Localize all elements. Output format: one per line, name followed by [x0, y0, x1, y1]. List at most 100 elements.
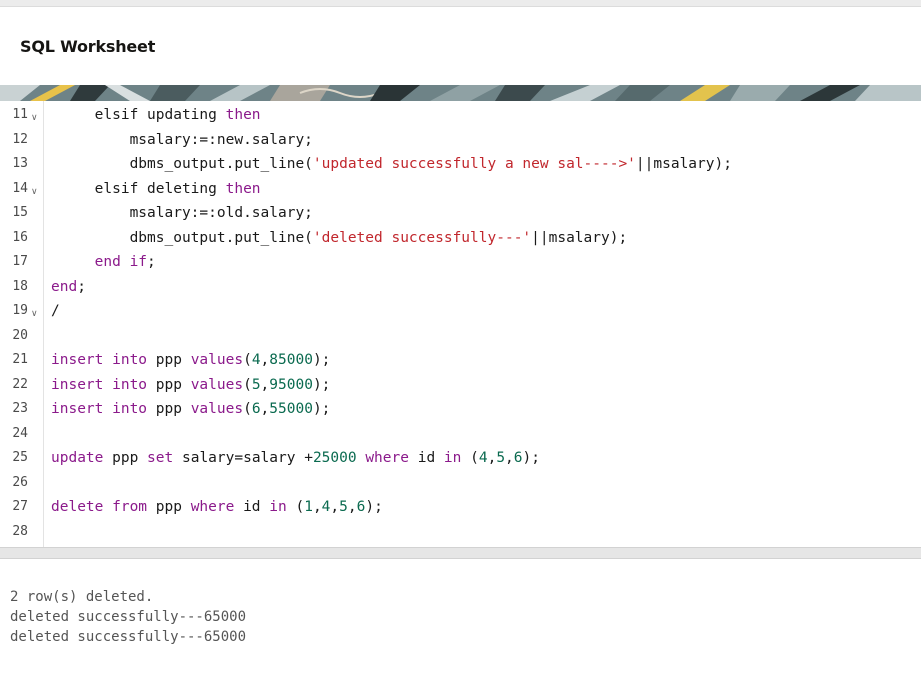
- code-token: ,: [260, 352, 270, 368]
- code-token: ,: [487, 450, 497, 466]
- sql-keyword: update: [51, 450, 104, 466]
- sql-keyword: in: [269, 499, 287, 515]
- code-line[interactable]: 11 ∨ elsif updating then: [0, 103, 921, 128]
- sql-keyword: insert into: [51, 401, 148, 417]
- sql-keyword: end: [51, 278, 78, 295]
- code-text: msalary:=:new.salary;: [51, 128, 313, 153]
- code-token: );: [312, 376, 331, 393]
- code-line[interactable]: 27 delete from ppp where id in (1,4,5,6);: [0, 495, 921, 520]
- code-token: dbms_output.put_line(: [129, 229, 313, 246]
- code-token: ppp: [147, 376, 191, 393]
- code-token: ppp: [147, 352, 191, 368]
- code-line[interactable]: 22 insert into ppp values(5,95000);: [0, 373, 921, 398]
- sql-keyword: set: [147, 450, 174, 466]
- code-token: ppp: [147, 401, 191, 417]
- worksheet-header: SQL Worksheet: [0, 7, 921, 85]
- sql-keyword: where: [365, 450, 409, 466]
- line-number: 22: [12, 376, 28, 392]
- code-line[interactable]: 17 end if;: [0, 250, 921, 275]
- code-line[interactable]: 26: [0, 471, 921, 496]
- sql-keyword: values: [190, 401, 244, 417]
- code-line[interactable]: 16 dbms_output.put_line('deleted success…: [0, 226, 921, 251]
- output-line: deleted successfully---65000: [10, 609, 247, 625]
- number-literal: 55000: [269, 401, 313, 417]
- line-number: 28: [12, 523, 28, 539]
- sql-keyword: in: [443, 450, 462, 466]
- pane-splitter[interactable]: [0, 547, 921, 559]
- page-title: SQL Worksheet: [20, 37, 156, 56]
- code-text: delete from ppp where id in (1,4,5,6);: [51, 495, 383, 520]
- code-token: id: [408, 450, 444, 466]
- line-number: 24: [12, 425, 28, 441]
- code-line[interactable]: 12 msalary:=:new.salary;: [0, 128, 921, 153]
- sql-keyword: insert into: [51, 376, 148, 393]
- line-number: 13: [12, 156, 28, 171]
- code-line[interactable]: 25 update ppp set salary=salary +25000 wh…: [0, 446, 921, 471]
- code-token: (: [243, 376, 252, 393]
- line-number: 27: [12, 499, 28, 514]
- code-token: salary=salary +: [173, 450, 313, 466]
- code-token: ppp: [103, 450, 148, 466]
- code-line[interactable]: 18 end;: [0, 275, 921, 300]
- sql-keyword: end if: [94, 254, 148, 270]
- code-text: dbms_output.put_line('deleted successful…: [51, 226, 628, 251]
- code-text: msalary:=:old.salary;: [51, 201, 313, 226]
- code-token: /: [51, 303, 60, 319]
- line-number: 16: [12, 229, 28, 245]
- sql-keyword: then: [225, 180, 261, 197]
- code-token: ;: [77, 278, 86, 295]
- code-token: );: [522, 450, 540, 466]
- code-token: dbms_output.put_line(: [129, 156, 313, 172]
- code-editor[interactable]: 11 ∨ elsif updating then 12 msalary:=:new.…: [0, 101, 921, 547]
- number-literal: 6: [513, 450, 523, 466]
- line-number: 19: [12, 303, 28, 318]
- sql-keyword: then: [225, 107, 261, 123]
- number-literal: 5: [339, 499, 348, 515]
- line-number: 17: [12, 254, 28, 269]
- line-number: 21: [12, 352, 28, 367]
- number-literal: 25000: [312, 450, 357, 466]
- code-text: end if;: [51, 250, 156, 275]
- code-line[interactable]: 13 dbms_output.put_line('updated success…: [0, 152, 921, 177]
- number-literal: 4: [478, 450, 488, 466]
- code-token: );: [312, 401, 331, 417]
- code-token: ,: [330, 499, 340, 515]
- output-panel: 2 row(s) deleted. deleted successfully--…: [0, 559, 921, 685]
- number-literal: 5: [496, 450, 506, 466]
- code-token: ,: [347, 499, 357, 515]
- code-text: elsif deleting then: [51, 177, 261, 202]
- code-token: ,: [260, 376, 270, 393]
- output-line: 2 row(s) deleted.: [10, 589, 154, 605]
- sql-keyword: delete from: [51, 499, 148, 515]
- code-token: elsif deleting: [94, 180, 226, 197]
- code-line[interactable]: 15 msalary:=:old.salary;: [0, 201, 921, 226]
- line-number: 14: [12, 180, 28, 196]
- code-token: elsif updating: [94, 107, 226, 123]
- code-text: dbms_output.put_line('updated successful…: [51, 152, 732, 177]
- code-token: msalary:=:new.salary;: [129, 131, 313, 148]
- code-text: end;: [51, 275, 86, 300]
- line-number: 25: [12, 450, 28, 465]
- line-number: 11: [12, 107, 28, 122]
- code-token: ||msalary);: [635, 156, 732, 172]
- sql-keyword: where: [190, 499, 235, 515]
- code-token: ;: [147, 254, 156, 270]
- line-number: 15: [12, 205, 28, 220]
- code-token: ppp: [147, 499, 191, 515]
- decorative-banner: [0, 85, 921, 101]
- code-line[interactable]: 19 ∨ /: [0, 299, 921, 324]
- code-line[interactable]: 20: [0, 324, 921, 349]
- line-number: 26: [12, 474, 28, 490]
- top-divider: [0, 0, 921, 7]
- code-line[interactable]: 23 insert into ppp values(6,55000);: [0, 397, 921, 422]
- sql-keyword: values: [190, 352, 244, 368]
- code-token: ||msalary);: [531, 229, 628, 246]
- code-line[interactable]: 14 ∨ elsif deleting then: [0, 177, 921, 202]
- code-token: ,: [312, 499, 322, 515]
- code-line[interactable]: 21 insert into ppp values(4,85000);: [0, 348, 921, 373]
- code-token: id: [234, 499, 270, 515]
- sql-keyword: insert into: [51, 352, 148, 368]
- code-line[interactable]: 28: [0, 520, 921, 545]
- number-literal: 95000: [269, 376, 313, 393]
- code-line[interactable]: 24: [0, 422, 921, 447]
